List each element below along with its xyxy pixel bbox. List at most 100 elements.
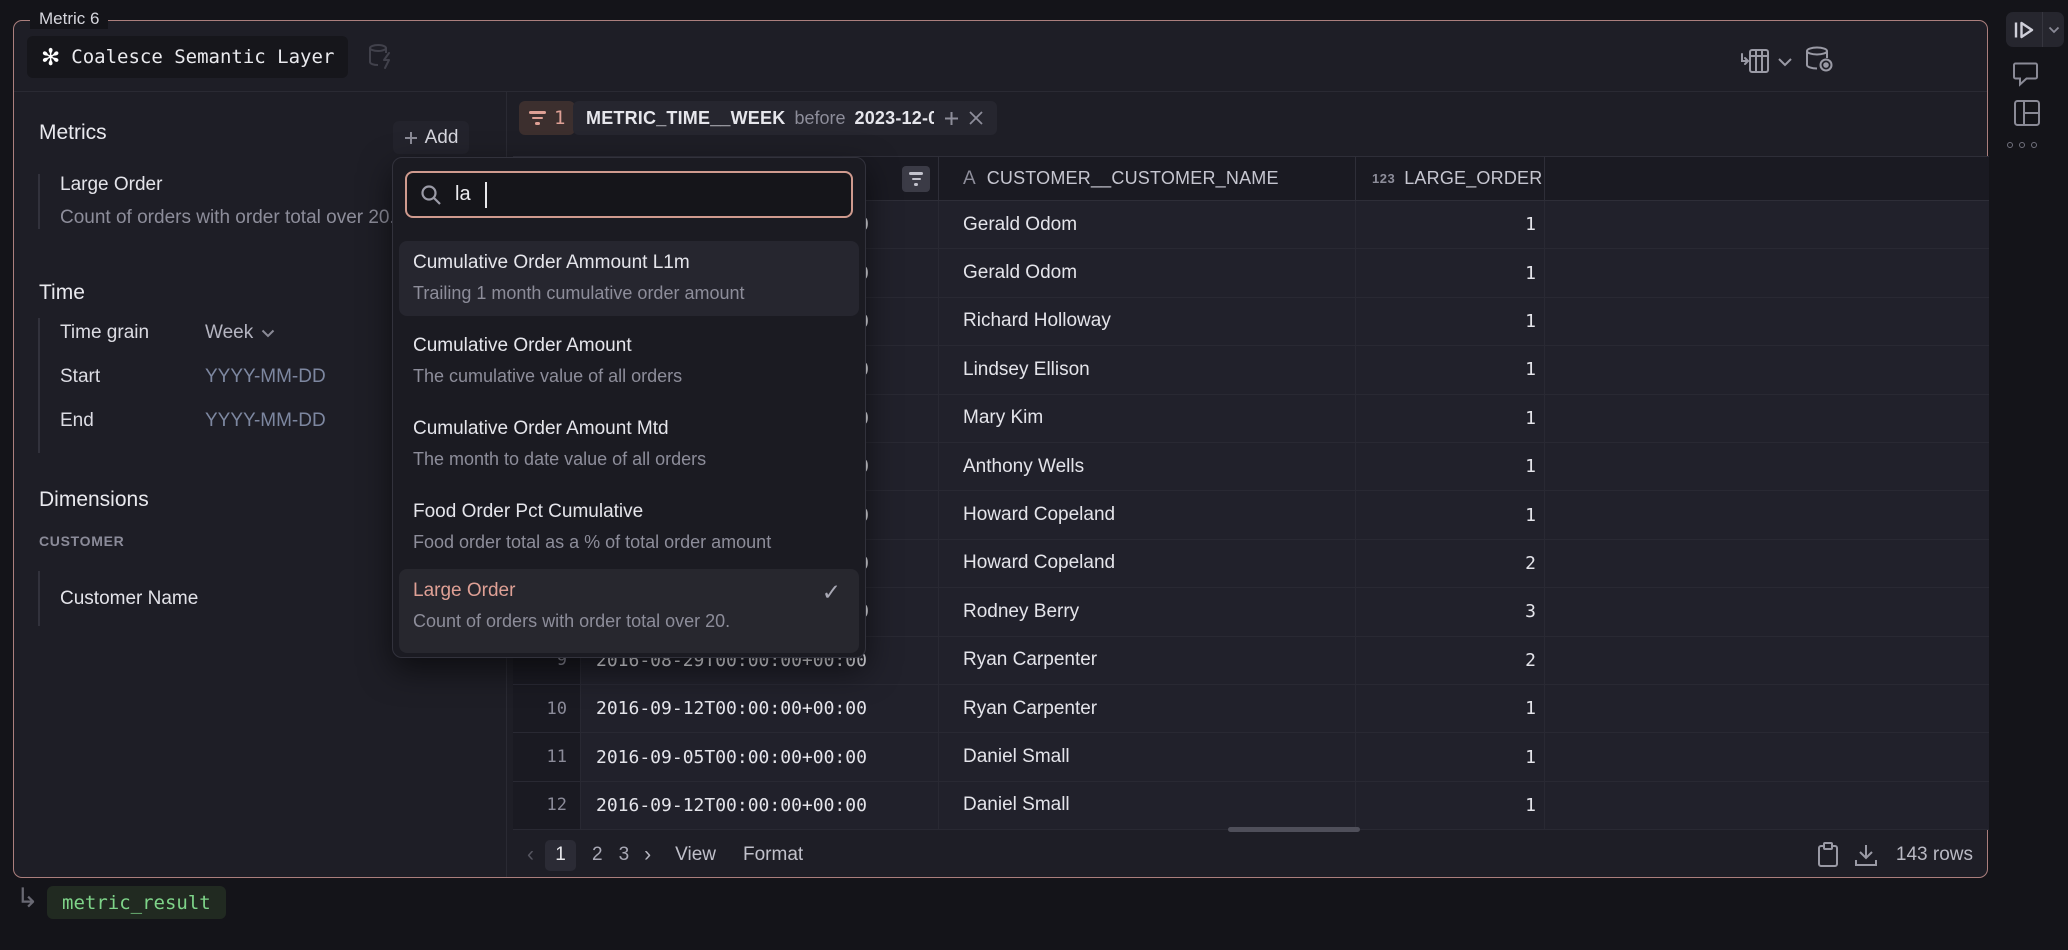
layout-button[interactable] <box>2013 99 2041 127</box>
cell-metric-time-week: 2016-09-12T00:00:00+00:00 <box>581 685 939 733</box>
cell-title: Metric 6 <box>30 9 108 29</box>
time-grain-label: Time grain <box>60 322 205 344</box>
cell-empty <box>1545 346 1989 394</box>
metrics-section-title: Metrics <box>39 121 107 145</box>
cell-large-order: 3 <box>1356 588 1545 636</box>
cell-customer-name: Ryan Carpenter <box>939 637 1356 685</box>
empty-column-header <box>1545 157 1989 200</box>
cell-customer-name: Gerald Odom <box>939 201 1356 249</box>
cell-large-order: 1 <box>1356 491 1545 539</box>
output-arrow-icon: ↳ <box>16 883 39 914</box>
cell-metric-time-week: 2016-09-05T00:00:00+00:00 <box>581 733 939 781</box>
column-title: LARGE_ORDER <box>1404 168 1542 189</box>
search-icon <box>420 184 442 206</box>
download-icon[interactable] <box>1853 842 1879 868</box>
cell-large-order: 1 <box>1356 685 1545 733</box>
comment-button[interactable] <box>2013 61 2041 89</box>
row-index: 12 <box>513 782 581 830</box>
format-tab[interactable]: Format <box>743 844 803 866</box>
metric-option-title: Cumulative Order Ammount L1m <box>413 252 847 274</box>
output-variable[interactable]: metric_result <box>47 886 226 919</box>
cell-customer-name: Lindsey Ellison <box>939 346 1356 394</box>
cell-empty <box>1545 201 1989 249</box>
cell-customer-name: Daniel Small <box>939 782 1356 830</box>
add-filter-button[interactable] <box>934 101 968 135</box>
cell-empty <box>1545 782 1989 830</box>
cell-customer-name: Gerald Odom <box>939 249 1356 297</box>
metric-option-title: Cumulative Order Amount Mtd <box>413 418 847 440</box>
time-settings-group: Time grain Week Start YYYY-MM-DD End YYY… <box>38 318 326 453</box>
filter-count-chip[interactable]: 1 <box>519 101 575 135</box>
cell-customer-name: Howard Copeland <box>939 540 1356 588</box>
metric-option[interactable]: Cumulative Order Amount MtdThe month to … <box>399 407 859 482</box>
cell-customer-name: Daniel Small <box>939 733 1356 781</box>
cell-empty <box>1545 540 1989 588</box>
chevron-down-icon <box>261 329 275 338</box>
run-options-button[interactable] <box>2043 12 2064 47</box>
metric-option-description: Count of orders with order total over 20… <box>413 611 847 632</box>
column-filter-indicator[interactable] <box>902 166 930 192</box>
view-tab[interactable]: View <box>675 844 716 866</box>
row-index: 10 <box>513 685 581 733</box>
time-section-title: Time <box>39 281 85 305</box>
time-grain-select[interactable]: Week <box>205 322 275 344</box>
selected-metric-item[interactable]: Large Order Count of orders with order t… <box>38 174 395 229</box>
metric-option-description: The cumulative value of all orders <box>413 366 847 387</box>
header-divider <box>14 91 1987 92</box>
check-icon: ✓ <box>822 579 841 606</box>
copy-icon[interactable] <box>1816 841 1840 869</box>
cell-large-order: 1 <box>1356 346 1545 394</box>
start-date-input[interactable]: YYYY-MM-DD <box>205 366 326 388</box>
filter-icon <box>909 172 923 186</box>
metric-option[interactable]: Cumulative Order Ammount L1mTrailing 1 m… <box>399 241 859 316</box>
next-page-button[interactable]: › <box>644 843 651 867</box>
metric-description: Count of orders with order total over 20… <box>60 207 395 229</box>
filter-field: METRIC_TIME__WEEK <box>586 108 785 129</box>
edit-source-icon[interactable] <box>366 41 396 71</box>
chevron-down-icon[interactable] <box>1777 57 1793 67</box>
metric-option[interactable]: Large OrderCount of orders with order to… <box>399 569 859 653</box>
metric-option-title: Food Order Pct Cumulative <box>413 501 847 523</box>
view-source-data-icon[interactable] <box>1803 45 1835 75</box>
run-button[interactable] <box>2006 12 2042 47</box>
page-button-1[interactable]: 1 <box>545 840 576 871</box>
filter-count: 1 <box>554 107 565 129</box>
time-grain-value: Week <box>205 322 253 344</box>
text-type-icon: A <box>963 168 976 190</box>
cell-customer-name: Richard Holloway <box>939 298 1356 346</box>
end-date-input[interactable]: YYYY-MM-DD <box>205 410 326 432</box>
table-row: 122016-09-12T00:00:00+00:00Daniel Small1 <box>513 782 1989 830</box>
cell-large-order: 1 <box>1356 395 1545 443</box>
push-to-table-icon[interactable] <box>1740 48 1770 74</box>
row-count: 143 rows <box>1896 844 1973 866</box>
customer-name-column-header[interactable]: A CUSTOMER__CUSTOMER_NAME <box>939 157 1356 200</box>
add-metric-button[interactable]: Add <box>393 121 469 154</box>
metric-option[interactable]: Food Order Pct CumulativeFood order tota… <box>399 490 859 565</box>
dimension-item-customer-name[interactable]: Customer Name <box>38 571 198 626</box>
large-order-column-header[interactable]: 123 LARGE_ORDER <box>1356 157 1545 200</box>
page-button-2[interactable]: 2 <box>592 844 603 866</box>
data-source-name: Coalesce Semantic Layer <box>71 46 334 68</box>
row-index: 11 <box>513 733 581 781</box>
cell-large-order: 1 <box>1356 443 1545 491</box>
metric-search-dropdown: la Cumulative Order Ammount L1mTrailing … <box>392 157 866 658</box>
dimensions-section-title: Dimensions <box>39 488 149 512</box>
horizontal-scrollbar-thumb[interactable] <box>1228 827 1360 832</box>
cell-customer-name: Rodney Berry <box>939 588 1356 636</box>
metric-option[interactable]: Cumulative Order AmountThe cumulative va… <box>399 324 859 399</box>
page-button-3[interactable]: 3 <box>619 844 630 866</box>
cell-customer-name: Howard Copeland <box>939 491 1356 539</box>
remove-filter-icon[interactable] <box>968 110 984 126</box>
metric-name: Large Order <box>60 174 395 196</box>
more-options-button[interactable] <box>2007 142 2037 148</box>
metric-search-input[interactable]: la <box>405 171 853 218</box>
prev-page-button[interactable]: ‹ <box>527 843 534 867</box>
end-date-label: End <box>60 410 205 432</box>
cell-large-order: 1 <box>1356 298 1545 346</box>
app-canvas: Metric 6 ✻ Coalesce Semantic Layer <box>0 0 2068 950</box>
data-source-badge[interactable]: ✻ Coalesce Semantic Layer <box>27 36 348 78</box>
cell-empty <box>1545 685 1989 733</box>
dimension-group-label: CUSTOMER <box>39 533 124 549</box>
plus-icon <box>944 111 959 126</box>
cell-empty <box>1545 588 1989 636</box>
